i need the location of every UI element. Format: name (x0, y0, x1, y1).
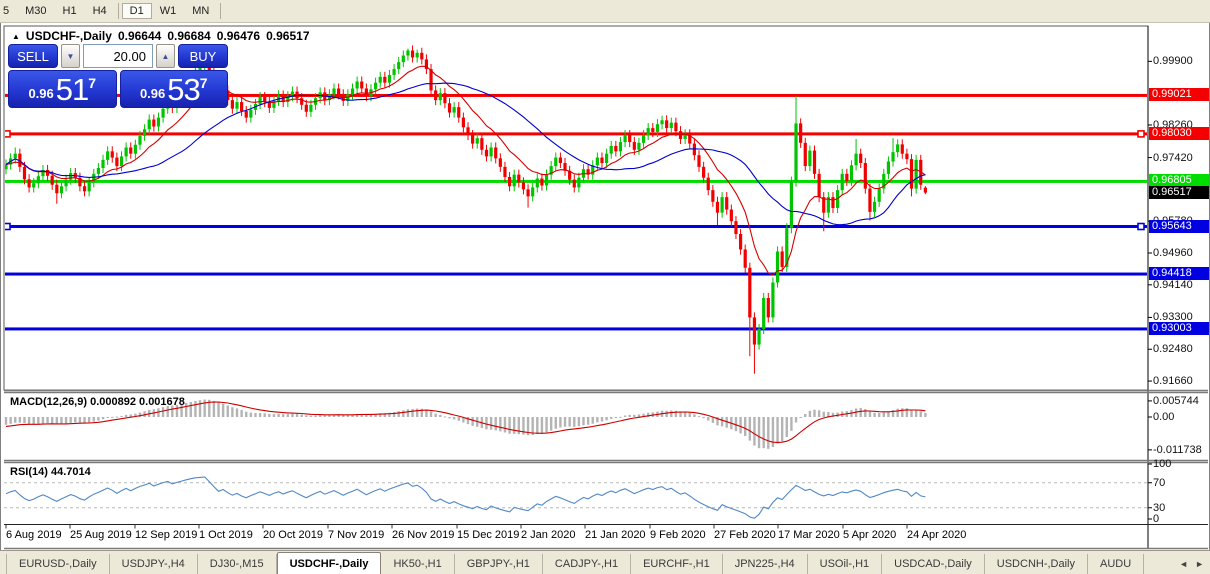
chart-tab-eurchf-h1[interactable]: EURCHF-,H1 (631, 554, 723, 574)
buy-price-big-figure: 0.96 (140, 86, 165, 101)
tab-scroll-right-icon[interactable]: ► (1195, 559, 1204, 569)
timeframe-button-h1[interactable]: H1 (55, 3, 85, 19)
timeframe-button-mn[interactable]: MN (184, 3, 217, 19)
chart-tab-usoil-h1[interactable]: USOil-,H1 (808, 554, 883, 574)
timeframe-toolbar: 5M30H1H4 D1W1MN (0, 0, 1210, 23)
sell-button[interactable]: SELL (8, 44, 58, 68)
chart-tab-dj30-m15[interactable]: DJ30-,M15 (198, 554, 277, 574)
sell-price-main: 51 (56, 74, 88, 105)
buy-price-pip: 7 (200, 75, 208, 91)
volume-increase-button[interactable]: ▲ (156, 44, 175, 68)
tab-scroll-left-icon[interactable]: ◄ (1179, 559, 1188, 569)
chart-tab-bar: EURUSD-,DailyUSDJPY-,H4DJ30-,M15USDCHF-,… (0, 550, 1210, 574)
timeframe-button-h4[interactable]: H4 (85, 3, 115, 19)
chart-tab-hk50-h1[interactable]: HK50-,H1 (381, 554, 454, 574)
buy-price-ticket[interactable]: 0.96 53 7 (120, 70, 229, 108)
chart-tab-usdjpy-h4[interactable]: USDJPY-,H4 (110, 554, 198, 574)
triangle-up-icon: ▲ (162, 52, 170, 61)
trading-terminal-window: 5M30H1H4D1W1MN ▲ USDCHF-,Daily 0.96644 0… (0, 0, 1210, 574)
sell-price-big-figure: 0.96 (28, 86, 53, 101)
toolbar-separator (118, 3, 119, 19)
chart-tab-usdchf-daily[interactable]: USDCHF-,Daily (277, 552, 382, 574)
sell-price-ticket[interactable]: 0.96 51 7 (8, 70, 117, 108)
sell-price-pip: 7 (88, 75, 96, 91)
buy-button[interactable]: BUY (178, 44, 228, 68)
timeframe-button-d1[interactable]: D1 (122, 3, 152, 19)
one-click-trade-panel: SELL ▼ 20.00 ▲ BUY 0.96 51 7 0.96 53 (8, 44, 228, 108)
volume-decrease-button[interactable]: ▼ (61, 44, 80, 68)
triangle-down-icon: ▼ (67, 52, 75, 61)
buy-price-main: 53 (167, 74, 199, 105)
timeframe-button-m30[interactable]: M30 (17, 3, 54, 19)
volume-input[interactable]: 20.00 (83, 44, 153, 68)
timeframe-button-w1[interactable]: W1 (152, 3, 185, 19)
tab-scroll-buttons: ◄► (1179, 559, 1210, 574)
chart-tab-jpn225-h4[interactable]: JPN225-,H4 (723, 554, 808, 574)
chart-tab-usdcad-daily[interactable]: USDCAD-,Daily (882, 554, 985, 574)
timeframe-button-5[interactable]: 5 (0, 3, 17, 19)
chart-tab-cadjpy-h1[interactable]: CADJPY-,H1 (543, 554, 631, 574)
chart-tab-eurusd-daily[interactable]: EURUSD-,Daily (6, 554, 110, 574)
chart-tab-usdcnh-daily[interactable]: USDCNH-,Daily (985, 554, 1088, 574)
chart-tab-audu[interactable]: AUDU (1088, 554, 1144, 574)
toolbar-separator (220, 3, 221, 19)
chart-tab-gbpjpy-h1[interactable]: GBPJPY-,H1 (455, 554, 543, 574)
